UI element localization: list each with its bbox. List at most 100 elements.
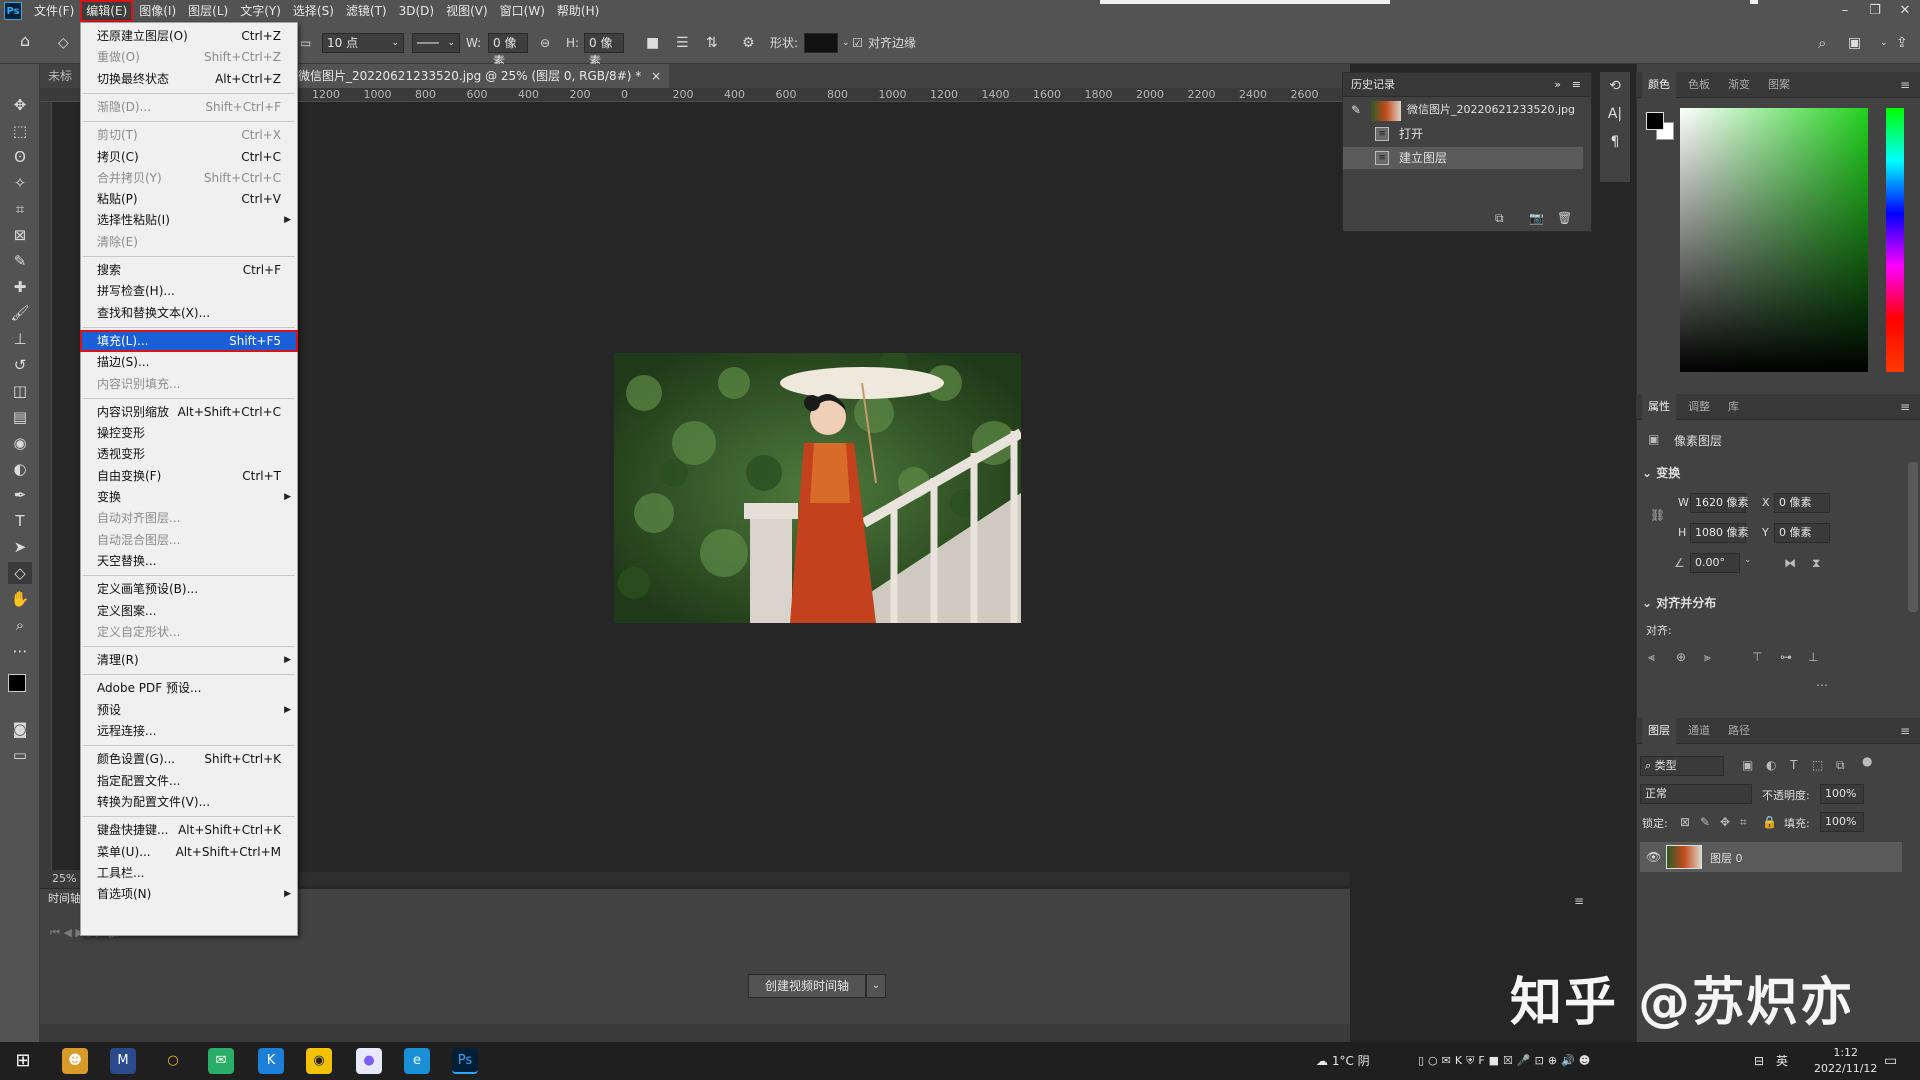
collapse-icon[interactable]: »: [1554, 73, 1561, 97]
character-panel-icon[interactable]: A|: [1600, 100, 1630, 128]
edit-menu-item[interactable]: 菜单(U)... Alt+Shift+Ctrl+M: [81, 842, 297, 862]
history-item[interactable]: ≡ 建立图层: [1343, 147, 1583, 169]
history-snapshot[interactable]: ✎ 微信图片_20220621233520.jpg: [1343, 99, 1583, 121]
properties-scrollbar[interactable]: [1908, 462, 1918, 612]
shape-tool-icon[interactable]: ◇: [58, 33, 69, 53]
menu-9[interactable]: 窗口(W): [494, 0, 551, 22]
path-operations-icon[interactable]: ■: [646, 33, 659, 53]
tab-color_panel-1[interactable]: 色板: [1682, 72, 1716, 98]
transform-x-input[interactable]: 0 像素: [1774, 493, 1830, 513]
edit-menu-item[interactable]: 指定配置文件...: [81, 771, 297, 791]
tab-color_panel-0[interactable]: 颜色: [1642, 72, 1676, 98]
lock-all-icon[interactable]: 🔒: [1762, 815, 1777, 829]
blend-mode-select[interactable]: 正常: [1640, 784, 1752, 804]
menu-5[interactable]: 选择(S): [287, 0, 340, 22]
panel-menu-icon[interactable]: ≡: [1572, 73, 1581, 97]
edit-menu-item[interactable]: 天空替换...: [81, 551, 297, 571]
panel-menu-icon[interactable]: ≡: [1900, 400, 1910, 414]
blur-tool-icon[interactable]: ◉: [8, 432, 32, 454]
history-item[interactable]: ≡ 打开: [1343, 123, 1583, 145]
eye-icon[interactable]: 👁: [1646, 850, 1661, 864]
edit-menu-item[interactable]: 拷贝(C) Ctrl+C: [81, 147, 297, 167]
edit-menu-item[interactable]: 首选项(N) ▶: [81, 884, 297, 904]
close-icon[interactable]: ✕: [1890, 0, 1920, 22]
menu-2[interactable]: 图像(I): [133, 0, 182, 22]
height-input[interactable]: 0 像素: [584, 33, 624, 68]
menu-7[interactable]: 3D(D): [393, 0, 440, 22]
chevron-down-icon[interactable]: ⌄: [1744, 555, 1752, 565]
weather-widget[interactable]: ☁ 1°C 阴: [1316, 1042, 1370, 1080]
clock[interactable]: 1:12 2022/11/12: [1814, 1045, 1877, 1080]
menu-4[interactable]: 文字(Y): [234, 0, 287, 22]
trash-icon[interactable]: 🗑: [1557, 211, 1572, 225]
filter-type-icon[interactable]: T: [1790, 758, 1797, 772]
quick-mask-icon[interactable]: ◙: [8, 718, 32, 740]
edit-menu-item[interactable]: 定义画笔预设(B)...: [81, 579, 297, 599]
tab-color_panel-3[interactable]: 图案: [1762, 72, 1796, 98]
gear-icon[interactable]: ⚙: [742, 33, 755, 53]
search-icon[interactable]: ⌕: [1818, 33, 1826, 53]
system-tray-icons[interactable]: ▯○✉K⛨F■☒🎤⊡⊕🔊☻: [1418, 1042, 1594, 1080]
document-tab-active[interactable]: 微信图片_20220621233520.jpg @ 25% (图层 0, RGB…: [290, 64, 670, 88]
dodge-tool-icon[interactable]: ◐: [8, 458, 32, 480]
fill-input[interactable]: 100%: [1820, 812, 1864, 832]
workspace-icon[interactable]: ▣: [1848, 33, 1861, 53]
edit-menu-item[interactable]: 定义图案...: [81, 601, 297, 621]
brush-source-icon[interactable]: ✎: [1351, 99, 1361, 121]
foreground-color-swatch[interactable]: [8, 674, 26, 692]
paragraph-panel-icon[interactable]: ¶: [1600, 128, 1630, 156]
share-icon[interactable]: ⇪: [1896, 33, 1908, 53]
edit-menu-item[interactable]: 操控变形: [81, 423, 297, 443]
edit-menu-item[interactable]: 内容识别缩放 Alt+Shift+Ctrl+C: [81, 402, 297, 422]
network-icon[interactable]: ⊟: [1754, 1042, 1764, 1080]
input-method[interactable]: 英: [1776, 1042, 1788, 1080]
align-center-h-icon[interactable]: ⊕: [1676, 650, 1686, 664]
more-tools-icon[interactable]: ⋯: [8, 640, 32, 662]
wechat-icon[interactable]: ✉: [208, 1048, 234, 1074]
edit-menu-item[interactable]: 颜色设置(G)... Shift+Ctrl+K: [81, 749, 297, 769]
canvas-image[interactable]: [614, 353, 1021, 623]
link-icon[interactable]: ⊖: [540, 33, 550, 53]
new-document-from-state-icon[interactable]: ⧉: [1495, 211, 1504, 226]
marquee-tool-icon[interactable]: ⬚: [8, 120, 32, 142]
stroke-swatch-icon[interactable]: ▭: [300, 33, 311, 53]
angle-input[interactable]: 0.00°: [1690, 553, 1740, 573]
stamp-tool-icon[interactable]: ⊥: [8, 328, 32, 350]
edit-menu-item[interactable]: 键盘快捷键... Alt+Shift+Ctrl+K: [81, 820, 297, 840]
edit-menu-item[interactable]: 查找和替换文本(X)...: [81, 303, 297, 323]
edit-menu-item[interactable]: 远程连接...: [81, 721, 297, 741]
menu-0[interactable]: 文件(F): [28, 0, 80, 22]
align-bottom-icon[interactable]: ⊥: [1808, 650, 1818, 664]
shape-tool-icon[interactable]: ◇: [8, 562, 32, 584]
filter-smart-object-icon[interactable]: ⧉: [1836, 758, 1845, 773]
history-panel-icon[interactable]: ⟲: [1600, 72, 1630, 100]
chevron-down-icon[interactable]: ⌄: [1880, 33, 1888, 53]
tab-color_panel-2[interactable]: 渐变: [1722, 72, 1756, 98]
home-icon[interactable]: ⌂: [20, 31, 30, 51]
app-icon-1[interactable]: ☻: [62, 1048, 88, 1074]
edit-menu-item[interactable]: 转换为配置文件(V)...: [81, 792, 297, 812]
windows-start-icon[interactable]: ⊞: [10, 1048, 36, 1074]
create-video-timeline-button[interactable]: 创建视频时间轴: [748, 974, 866, 998]
close-icon[interactable]: ×: [651, 69, 661, 83]
menu-1[interactable]: 编辑(E): [80, 0, 134, 22]
brush-tool-icon[interactable]: 🖌: [8, 302, 32, 324]
layer-name[interactable]: 图层 0: [1710, 850, 1743, 866]
align-left-icon[interactable]: ⫷: [1648, 650, 1655, 665]
transform-width-input[interactable]: 1620 像素: [1690, 493, 1749, 513]
edit-menu-item[interactable]: 描边(S)...: [81, 352, 297, 372]
tab-properties-1[interactable]: 调整: [1682, 394, 1716, 420]
foreground-color-swatch[interactable]: [1646, 112, 1664, 130]
color-picker-field[interactable]: [1680, 108, 1868, 372]
menu-6[interactable]: 滤镜(T): [340, 0, 393, 22]
chevron-down-icon[interactable]: ⌄: [842, 33, 850, 53]
transform-y-input[interactable]: 0 像素: [1774, 523, 1830, 543]
path-arrangement-icon[interactable]: ⇅: [706, 33, 718, 53]
path-alignment-icon[interactable]: ☰: [676, 33, 689, 53]
align-top-icon[interactable]: ⊤: [1752, 650, 1762, 664]
zoom-tool-icon[interactable]: ⌕: [8, 614, 32, 636]
timeline-menu-icon[interactable]: ≡: [1574, 894, 1584, 908]
edge-browser-icon[interactable]: e: [404, 1048, 430, 1074]
chevron-down-icon[interactable]: ⌄: [866, 974, 886, 998]
panel-menu-icon[interactable]: ≡: [1900, 724, 1910, 738]
